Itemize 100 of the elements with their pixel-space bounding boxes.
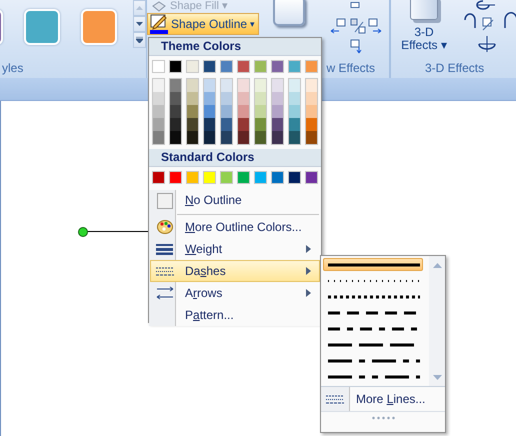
color-swatch[interactable] (220, 60, 233, 73)
color-swatch[interactable] (306, 92, 317, 105)
menu-item[interactable]: Arrows (150, 282, 320, 304)
scroll-down-button[interactable] (133, 16, 146, 32)
color-swatch[interactable] (170, 131, 181, 144)
3d-effects-button[interactable]: 3-D Effects ▾ (399, 0, 449, 54)
down-arrow-icon (136, 22, 143, 26)
tilt-icons-drawing (463, 0, 516, 54)
color-swatch[interactable] (255, 105, 266, 118)
color-swatch[interactable] (220, 171, 233, 184)
color-swatch[interactable] (187, 92, 198, 105)
line-weight-icon (156, 244, 173, 254)
color-swatch[interactable] (255, 131, 266, 144)
color-swatch[interactable] (153, 131, 164, 144)
color-swatch[interactable] (152, 171, 165, 184)
submenu-arrow-icon (306, 289, 311, 297)
color-swatch[interactable] (255, 92, 266, 105)
menu-item[interactable]: Dashes (150, 260, 320, 282)
color-swatch[interactable] (289, 79, 300, 92)
submenu-arrow-icon (306, 245, 311, 253)
shape-style-swatch[interactable] (24, 9, 60, 45)
color-swatch[interactable] (169, 171, 182, 184)
color-swatch[interactable] (238, 118, 249, 131)
color-swatch[interactable] (187, 105, 198, 118)
selection-handle[interactable] (78, 227, 88, 237)
expand-arrow-icon (136, 37, 143, 43)
color-swatch[interactable] (306, 105, 317, 118)
color-swatch[interactable] (254, 60, 267, 73)
color-swatch[interactable] (289, 105, 300, 118)
color-swatch[interactable] (288, 171, 301, 184)
group-label: w Effects (326, 61, 375, 75)
dashed-lines-icon (326, 394, 344, 404)
color-swatch[interactable] (272, 79, 283, 92)
more-button[interactable] (133, 32, 146, 48)
color-swatch[interactable] (187, 131, 198, 144)
color-swatch[interactable] (289, 131, 300, 144)
color-swatch[interactable] (238, 79, 249, 92)
color-swatch[interactable] (170, 92, 181, 105)
color-swatch[interactable] (204, 105, 215, 118)
color-swatch[interactable] (255, 79, 266, 92)
color-swatch[interactable] (186, 171, 199, 184)
color-swatch[interactable] (305, 60, 318, 73)
color-swatch[interactable] (221, 105, 232, 118)
color-swatch[interactable] (153, 105, 164, 118)
color-swatch[interactable] (221, 118, 232, 131)
up-arrow-icon (136, 6, 143, 10)
color-swatch[interactable] (238, 92, 249, 105)
color-swatch[interactable] (187, 79, 198, 92)
line-sample-icon (328, 374, 420, 378)
section-header: Standard Colors (149, 149, 321, 167)
color-swatch[interactable] (170, 105, 181, 118)
color-swatch[interactable] (170, 79, 181, 92)
color-swatch[interactable] (271, 171, 284, 184)
color-swatch[interactable] (221, 79, 232, 92)
color-swatch[interactable] (306, 79, 317, 92)
line-sample-icon (328, 326, 420, 330)
color-swatch[interactable] (306, 118, 317, 131)
color-swatch[interactable] (255, 118, 266, 131)
color-swatch[interactable] (153, 92, 164, 105)
color-swatch[interactable] (272, 92, 283, 105)
color-swatch[interactable] (272, 131, 283, 144)
color-swatch[interactable] (288, 60, 301, 73)
color-swatch[interactable] (153, 79, 164, 92)
color-swatch[interactable] (238, 105, 249, 118)
shape-style-swatch[interactable] (81, 9, 117, 45)
more-lines-menu-item[interactable]: More Lines... (321, 387, 445, 412)
color-swatch[interactable] (254, 171, 267, 184)
color-swatch[interactable] (152, 60, 165, 73)
color-swatch[interactable] (187, 118, 198, 131)
color-swatch[interactable] (204, 118, 215, 131)
color-swatch[interactable] (153, 118, 164, 131)
color-swatch[interactable] (306, 131, 317, 144)
color-swatch[interactable] (204, 79, 215, 92)
color-swatch[interactable] (305, 171, 318, 184)
shape-outline-button[interactable]: Shape Outline ▾ (147, 13, 259, 35)
color-swatch[interactable] (272, 118, 283, 131)
color-swatch[interactable] (169, 60, 182, 73)
color-swatch[interactable] (221, 131, 232, 144)
menu-item[interactable]: More Outline Colors... (150, 216, 320, 238)
color-swatch[interactable] (289, 92, 300, 105)
color-swatch[interactable] (170, 118, 181, 131)
color-swatch[interactable] (204, 92, 215, 105)
color-swatch[interactable] (203, 60, 216, 73)
dash-style-option[interactable] (323, 258, 423, 271)
color-swatch[interactable] (272, 105, 283, 118)
line-sample-icon (328, 358, 420, 362)
color-swatch[interactable] (186, 60, 199, 73)
color-swatch[interactable] (204, 131, 215, 144)
color-swatch[interactable] (238, 131, 249, 144)
color-swatch[interactable] (289, 118, 300, 131)
section-header: Theme Colors (149, 38, 321, 56)
arrows-icon (156, 286, 174, 300)
menu-item[interactable]: Pattern... (150, 304, 320, 326)
menu-item[interactable]: Weight (150, 238, 320, 260)
color-swatch[interactable] (203, 171, 216, 184)
color-swatch[interactable] (221, 92, 232, 105)
shadow-button[interactable] (273, 0, 305, 26)
color-swatch[interactable] (271, 60, 284, 73)
color-swatch[interactable] (237, 171, 250, 184)
color-swatch[interactable] (237, 60, 250, 73)
